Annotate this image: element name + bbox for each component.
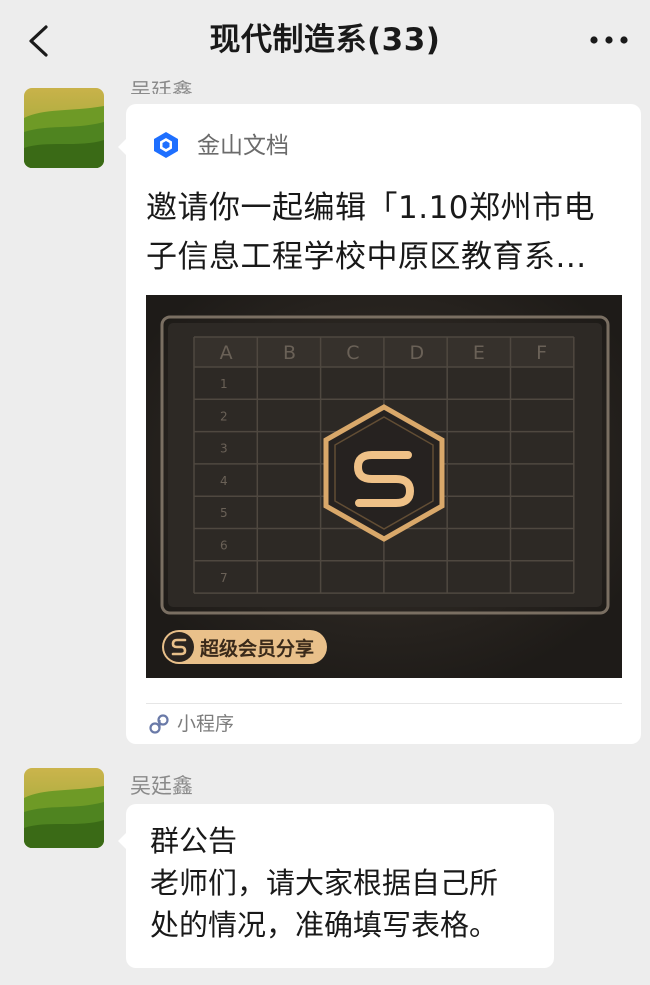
avatar[interactable]	[24, 88, 104, 168]
grid-row-number: 4	[220, 474, 228, 488]
card-preview-image: A B C D E F 1 2 3 4 5 6 7 超级会员分享	[146, 295, 622, 678]
card-title: 邀请你一起编辑「1.10郑州市电 子信息工程学校中原区教育系...	[146, 184, 626, 282]
sender-name: 吴廷鑫	[130, 79, 193, 94]
announcement-line: 老师们，请大家根据自己所	[150, 866, 499, 900]
grid-column-header: B	[283, 342, 296, 364]
sender-name: 吴廷鑫	[130, 774, 193, 798]
avatar-landscape-image	[24, 88, 104, 168]
grid-row-number: 7	[220, 571, 228, 585]
card-divider	[146, 703, 622, 704]
announcement-line: 群公告	[150, 824, 238, 858]
announcement-text: 群公告 老师们，请大家根据自己所 处的情况，准确填写表格。	[150, 820, 550, 946]
chat-title: 现代制造系(33)	[209, 22, 441, 58]
grid-column-header: A	[220, 342, 233, 364]
grid-column-header: C	[346, 342, 359, 364]
grid-row-number: 5	[220, 506, 228, 520]
card-title-line: 子信息工程学校中原区教育系...	[146, 239, 587, 275]
card-source-name: 金山文档	[197, 133, 289, 159]
avatar[interactable]	[24, 768, 104, 848]
announcement-line: 处的情况，准确填写表格。	[150, 908, 499, 942]
mini-program-card[interactable]: 金山文档 邀请你一起编辑「1.10郑州市电 子信息工程学校中原区教育系... A…	[126, 104, 641, 744]
grid-row-number: 6	[220, 539, 228, 553]
mini-program-label: 小程序	[177, 713, 235, 735]
grid-row-number: 3	[220, 442, 228, 456]
more-dots-icon[interactable]	[584, 28, 634, 52]
kingsoft-docs-logo-icon	[154, 132, 178, 158]
card-title-line: 邀请你一起编辑「1.10郑州市电	[146, 190, 596, 226]
grid-column-header: F	[536, 342, 547, 364]
announcement-bubble[interactable]: 群公告 老师们，请大家根据自己所 处的情况，准确填写表格。	[126, 804, 554, 968]
grid-column-header: D	[410, 342, 425, 364]
avatar-landscape-image	[24, 768, 104, 848]
grid-row-number: 2	[220, 409, 228, 423]
grid-row-number: 1	[220, 377, 228, 391]
chat-header: 现代制造系(33)	[0, 0, 650, 80]
badge-label: 超级会员分享	[199, 637, 314, 660]
grid-column-header: E	[473, 342, 485, 364]
mini-program-icon	[149, 714, 169, 734]
